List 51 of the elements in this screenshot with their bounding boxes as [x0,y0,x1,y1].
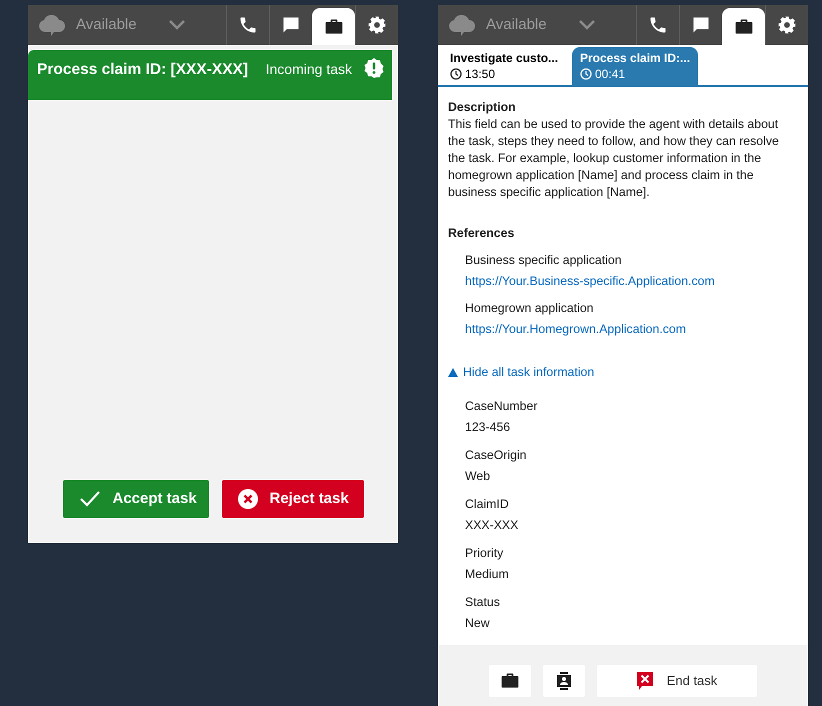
chevron-down-icon [168,19,186,31]
reference-label: Homegrown application [464,300,595,317]
settings-icon [777,15,797,35]
attribute-value: 123-456 [464,419,512,436]
chat-icon [281,15,301,35]
clock-icon [450,68,462,80]
accept-button[interactable]: Accept task [62,480,208,518]
settings-icon [367,15,387,35]
description-text: This field can be used to provide the agent with details about the task, steps they need to follow, and how they can resolve the task. For example, lookup customer information in the homegrown application [Name] and process claim in the business specific application [Name]. [448,116,780,201]
close-icon [238,489,258,509]
contacts-button[interactable] [543,665,585,697]
chevron-down-icon [578,19,596,31]
reference-link[interactable]: https://Your.Homegrown.Application.com [465,321,686,338]
attribute-value: XXX-XXX [464,517,520,534]
phone-icon [648,15,668,35]
attribute-value: Web [464,468,492,485]
contact-card-icon [556,672,572,690]
end-task-icon [636,672,653,690]
briefcase-icon [734,16,754,36]
reject-button[interactable]: Reject task [222,480,364,518]
reference-label: Business specific application [464,252,623,269]
phone-icon [238,15,258,35]
attribute-name: CaseOrigin [464,447,528,464]
cloud-icon [448,14,476,36]
task-title: Process claim ID: [XXX-XXX] [37,60,250,80]
task-tab[interactable]: Process claim ID:... 00:41 [572,47,698,85]
attribute-name: ClaimID [464,496,510,513]
section-heading: References [448,225,516,242]
toggle-link[interactable]: Hide all task information [448,364,594,381]
task-tab[interactable]: Investigate custo... 13:50 [442,47,568,85]
attribute-name: Status [464,594,501,611]
task-button[interactable] [489,665,531,697]
section-heading: Description [448,99,517,116]
attribute-name: CaseNumber [464,398,538,415]
status-label: Available [76,14,137,35]
incoming-label: Incoming task [266,60,352,79]
briefcase-icon [324,16,344,36]
status-label: Available [486,14,547,35]
toolbar-tab[interactable] [312,8,355,45]
toolbar-tab[interactable] [722,8,765,45]
checkmark-icon [78,490,100,508]
attribute-value: New [464,615,491,632]
alert-icon [364,58,384,78]
clock-icon [580,68,592,80]
attribute-name: Priority [464,545,504,562]
reference-link[interactable]: https://Your.Business-specific.Application.com [465,273,715,290]
chat-icon [691,15,711,35]
end-task-button[interactable]: End task [597,665,757,697]
cloud-icon [38,14,66,36]
triangle-up-icon [448,368,458,377]
attribute-value: Medium [464,566,510,583]
